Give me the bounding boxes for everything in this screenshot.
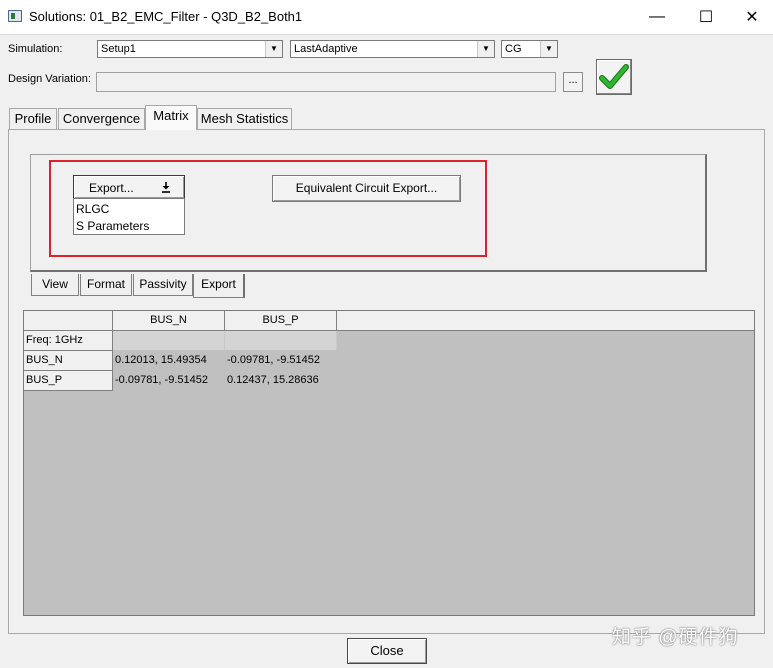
tab-convergence[interactable]: Convergence [58,108,145,129]
simulation-label: Simulation: [8,43,63,55]
apply-button[interactable] [596,59,632,95]
row-header[interactable]: BUS_P [24,371,113,391]
chevron-down-icon[interactable]: ▼ [265,41,282,57]
column-header[interactable]: BUS_N [113,311,225,331]
subtab-view[interactable]: View [31,274,79,296]
maximize-button[interactable]: ☐ [683,0,729,34]
chevron-down-icon[interactable]: ▼ [540,41,557,57]
close-window-button[interactable]: ✕ [729,0,773,34]
export-button-label: Export... [89,181,134,195]
tab-mesh-statistics[interactable]: Mesh Statistics [197,108,292,129]
header-filler [337,311,754,331]
subtab-format[interactable]: Format [80,274,132,296]
chevron-down-icon[interactable]: ▼ [477,41,494,57]
download-arrow-icon [162,182,170,193]
setup-value: Setup1 [101,43,136,55]
pass-select[interactable]: LastAdaptive ▼ [290,40,495,58]
freq-cell [225,331,337,350]
close-button[interactable]: Close [347,638,427,664]
matrix-cell[interactable]: 0.12437, 15.28636 [225,371,337,391]
checkmark-icon [599,64,629,89]
title-divider [0,34,773,35]
watermark-text: 知乎 @硬件狗 [612,627,739,648]
matrix-cell[interactable]: -0.09781, -9.51452 [113,371,225,391]
subtab-export[interactable]: Export [193,274,245,298]
menu-item-rlgc[interactable]: RLGC [76,202,109,216]
solver-type-select[interactable]: CG ▼ [501,40,558,58]
matrix-grid[interactable]: BUS_N BUS_P Freq: 1GHz BUS_N 0.12013, 15… [23,310,755,616]
export-button[interactable]: Export... [73,175,185,199]
menu-item-s-parameters[interactable]: S Parameters [76,219,149,233]
window-title: Solutions: 01_B2_EMC_Filter - Q3D_B2_Bot… [29,9,303,24]
tab-profile[interactable]: Profile [9,108,57,129]
tab-matrix[interactable]: Matrix [145,105,197,130]
pass-value: LastAdaptive [294,43,358,55]
design-variation-field[interactable] [96,72,556,92]
matrix-cell[interactable]: 0.12013, 15.49354 [113,351,225,371]
matrix-cell[interactable]: -0.09781, -9.51452 [225,351,337,371]
setup-select[interactable]: Setup1 ▼ [97,40,283,58]
app-icon [8,10,22,22]
equivalent-circuit-export-button[interactable]: Equivalent Circuit Export... [272,175,461,202]
export-menu: RLGC S Parameters [73,198,185,235]
corner-header [24,311,113,331]
design-variation-label: Design Variation: [8,73,91,85]
minimize-button[interactable]: — [634,0,680,34]
freq-cell [113,331,225,350]
row-header[interactable]: BUS_N [24,351,113,371]
column-header[interactable]: BUS_P [225,311,337,331]
subtab-passivity[interactable]: Passivity [133,274,193,296]
browse-button[interactable]: ... [563,72,583,92]
freq-label: Freq: 1GHz [24,331,113,351]
solver-type-value: CG [505,43,522,55]
